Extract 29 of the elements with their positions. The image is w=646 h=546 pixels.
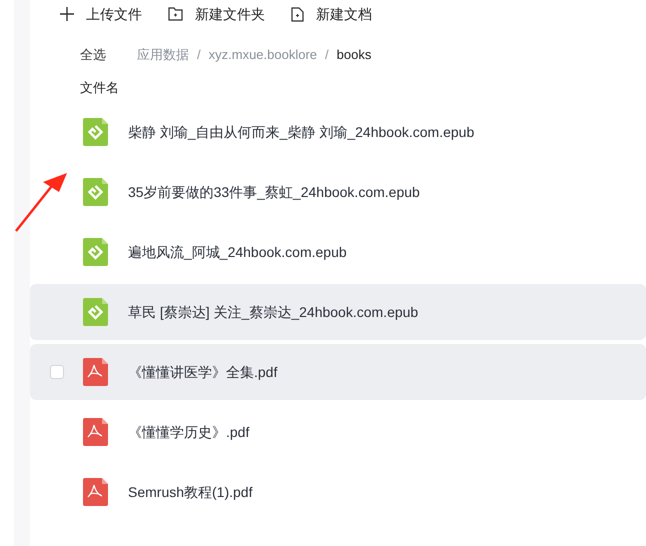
- file-name: 《懂懂学历史》.pdf: [128, 422, 250, 442]
- epub-file-icon: [83, 178, 108, 206]
- arrow-drawing: [15, 172, 69, 232]
- file-name: Semrush教程(1).pdf: [128, 482, 252, 502]
- epub-file-icon: [83, 118, 108, 146]
- toolbar-button[interactable]: 新建文件夹: [168, 4, 265, 24]
- epub-file-icon: [83, 298, 108, 326]
- epub-file-icon: [83, 238, 108, 266]
- breadcrumb-separator: /: [197, 46, 201, 64]
- pdf-file-icon: [83, 478, 108, 506]
- pdf-file-icon: [83, 358, 108, 386]
- file-name: 草民 [蔡崇达] 关注_蔡崇达_24hbook.com.epub: [128, 302, 418, 322]
- select-all-button[interactable]: 全选: [80, 45, 106, 65]
- toolbar-button[interactable]: 上传文件: [60, 4, 142, 24]
- pdf-file-icon: [83, 418, 108, 446]
- file-row[interactable]: 草民 [蔡崇达] 关注_蔡崇达_24hbook.com.epub: [30, 284, 646, 340]
- file-name: 柴静 刘瑜_自由从何而来_柴静 刘瑜_24hbook.com.epub: [128, 122, 474, 142]
- document-icon: [291, 6, 304, 22]
- breadcrumb-separator: /: [325, 46, 329, 64]
- column-header: 文件名: [79, 79, 120, 97]
- checkbox[interactable]: [50, 365, 64, 379]
- toolbar-button[interactable]: 新建文档: [291, 4, 372, 24]
- file-row[interactable]: 《懂懂讲医学》全集.pdf: [30, 344, 646, 400]
- file-name: 35岁前要做的33件事_蔡虹_24hbook.com.epub: [128, 182, 420, 202]
- plus-icon: [60, 7, 74, 21]
- file-name: 遍地风流_阿城_24hbook.com.epub: [128, 242, 347, 262]
- breadcrumb-link[interactable]: books: [336, 45, 372, 65]
- file-name: 《懂懂讲医学》全集.pdf: [128, 362, 278, 382]
- folder-icon: [168, 7, 183, 21]
